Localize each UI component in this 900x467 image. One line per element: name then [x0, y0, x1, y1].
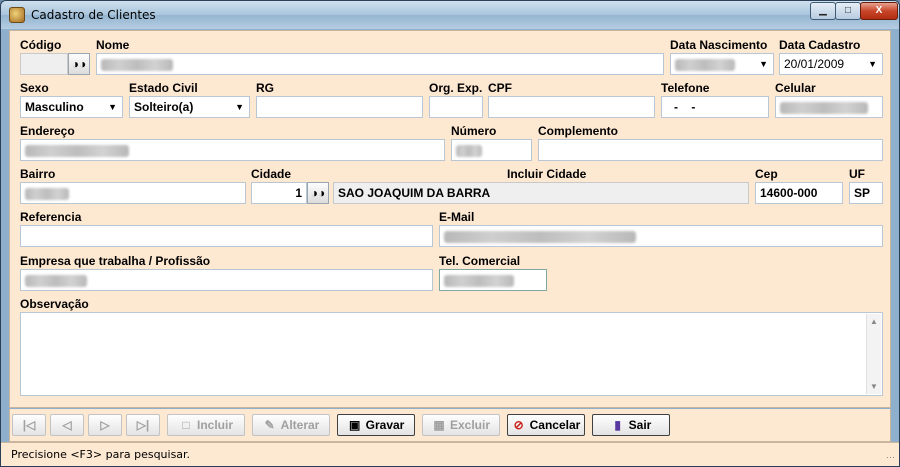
referencia-label: Referencia	[20, 210, 82, 224]
endereco-redacted	[25, 144, 129, 157]
title-bar[interactable]: Cadastro de Clientes ▁ □ X	[1, 1, 899, 29]
form-panel: Código ◑◑ Nome Data Nascimento ▼ Data Ca…	[9, 30, 891, 408]
excluir-button[interactable]: ▦ Excluir	[422, 414, 500, 436]
nome-label: Nome	[96, 38, 130, 52]
email-field[interactable]	[439, 225, 883, 247]
org-exp-label: Org. Exp.	[429, 81, 483, 95]
estado-civil-label: Estado Civil	[129, 81, 198, 95]
data-cadastro-label: Data Cadastro	[779, 38, 861, 52]
window-title: Cadastro de Clientes	[31, 8, 156, 22]
uf-label: UF	[849, 167, 865, 181]
complemento-label: Complemento	[538, 124, 619, 138]
cidade-name-field: SAO JOAQUIM DA BARRA	[333, 182, 749, 204]
scroll-up-icon[interactable]: ▲	[870, 317, 878, 326]
cep-field[interactable]: 14600-000	[755, 182, 843, 204]
estado-civil-select[interactable]: Solteiro(a) ▼	[129, 96, 250, 118]
telefone-label: Telefone	[661, 81, 710, 95]
email-redacted	[444, 230, 636, 243]
new-document-icon: □	[182, 418, 190, 432]
close-button[interactable]: X	[860, 2, 898, 20]
first-record-button[interactable]: |◁	[12, 414, 46, 436]
binoculars-icon: ◑◑	[310, 186, 326, 200]
sexo-select[interactable]: Masculino ▼	[20, 96, 123, 118]
exit-door-icon: ▮	[614, 418, 621, 432]
observacao-scrollbar[interactable]: ▲ ▼	[866, 314, 881, 394]
app-icon	[9, 7, 25, 23]
telefone-field[interactable]: - -	[661, 96, 769, 118]
org-exp-field[interactable]	[429, 96, 483, 118]
empresa-redacted	[25, 274, 87, 287]
cpf-field[interactable]	[488, 96, 655, 118]
data-nascimento-redacted	[675, 58, 735, 71]
referencia-field[interactable]	[20, 225, 433, 247]
chevron-down-icon[interactable]: ▼	[235, 102, 244, 112]
resize-grip-icon[interactable]: ⋯	[886, 452, 895, 463]
previous-record-button[interactable]: ◁	[50, 414, 84, 436]
last-record-button[interactable]: ▷|	[126, 414, 160, 436]
minimize-button[interactable]: ▁	[810, 2, 836, 20]
codigo-field[interactable]	[20, 53, 68, 75]
uf-field[interactable]: SP	[849, 182, 883, 204]
celular-redacted	[780, 101, 868, 114]
rg-label: RG	[256, 81, 274, 95]
cidade-code-field[interactable]: 1	[251, 182, 307, 204]
empresa-field[interactable]	[20, 269, 433, 291]
complemento-field[interactable]	[538, 139, 883, 161]
status-bar: Precisione <F3> para pesquisar. ⋯	[1, 442, 899, 466]
incluir-cidade-link[interactable]: Incluir Cidade	[507, 167, 586, 181]
scroll-down-icon[interactable]: ▼	[870, 382, 878, 391]
observacao-memo[interactable]: ▲ ▼	[20, 312, 883, 396]
numero-field[interactable]	[451, 139, 532, 161]
data-nascimento-label: Data Nascimento	[670, 38, 768, 52]
endereco-label: Endereço	[20, 124, 75, 138]
numero-redacted	[456, 144, 482, 157]
observacao-label: Observação	[20, 297, 89, 311]
codigo-search-button[interactable]: ◑◑	[68, 53, 90, 75]
trash-icon: ▦	[433, 418, 445, 432]
sexo-label: Sexo	[20, 81, 49, 95]
next-record-button[interactable]: ▷	[88, 414, 122, 436]
cidade-search-button[interactable]: ◑◑	[307, 182, 329, 204]
bairro-field[interactable]	[20, 182, 246, 204]
chevron-down-icon[interactable]: ▼	[108, 102, 117, 112]
chevron-down-icon[interactable]: ▼	[868, 59, 877, 69]
cep-label: Cep	[755, 167, 778, 181]
nome-field[interactable]	[96, 53, 664, 75]
email-label: E-Mail	[439, 210, 475, 224]
cancel-icon: ⊘	[513, 418, 524, 432]
rg-field[interactable]	[256, 96, 423, 118]
app-window: Cadastro de Clientes ▁ □ X Código ◑◑ Nom…	[0, 0, 900, 467]
nome-redacted	[101, 58, 173, 71]
save-icon: ▣	[348, 418, 361, 432]
bairro-redacted	[25, 187, 69, 200]
edit-icon: ✎	[264, 418, 275, 432]
sair-button[interactable]: ▮ Sair	[592, 414, 670, 436]
celular-field[interactable]	[775, 96, 883, 118]
data-cadastro-field[interactable]: 20/01/2009 ▼	[779, 53, 883, 75]
cancelar-button[interactable]: ⊘ Cancelar	[507, 414, 585, 436]
data-nascimento-field[interactable]: ▼	[670, 53, 774, 75]
chevron-down-icon[interactable]: ▼	[759, 59, 768, 69]
cpf-label: CPF	[488, 81, 512, 95]
action-toolbar: |◁ ◁ ▷ ▷| □ Incluir ✎ Alterar ▣ Gravar ▦ Exc…	[9, 409, 891, 442]
empresa-label: Empresa que trabalha / Profissão	[20, 254, 211, 268]
tel-comercial-label: Tel. Comercial	[439, 254, 521, 268]
gravar-button[interactable]: ▣ Gravar	[337, 414, 415, 436]
numero-label: Número	[451, 124, 497, 138]
celular-label: Celular	[775, 81, 816, 95]
bairro-label: Bairro	[20, 167, 56, 181]
endereco-field[interactable]	[20, 139, 445, 161]
binoculars-icon: ◑◑	[71, 57, 87, 71]
status-text: Precisione <F3> para pesquisar.	[11, 448, 191, 461]
tel-comercial-field[interactable]	[439, 269, 547, 291]
cidade-label: Cidade	[251, 167, 292, 181]
maximize-button[interactable]: □	[835, 2, 861, 20]
tel-comercial-redacted	[444, 274, 514, 287]
incluir-button[interactable]: □ Incluir	[167, 414, 245, 436]
codigo-label: Código	[20, 38, 62, 52]
alterar-button[interactable]: ✎ Alterar	[252, 414, 330, 436]
